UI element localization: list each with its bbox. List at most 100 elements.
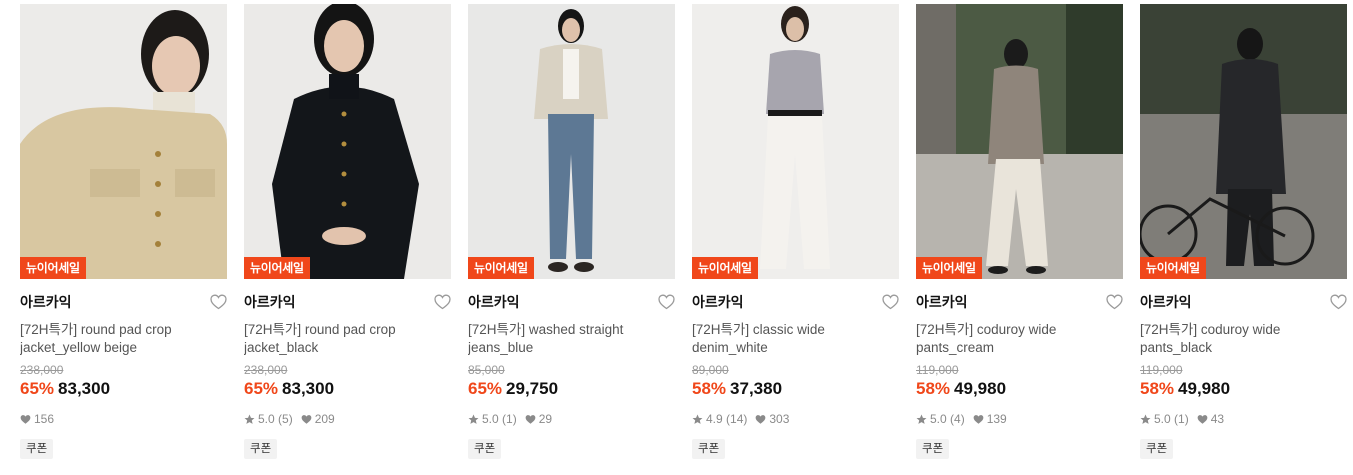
original-price: 89,000 [692,363,729,377]
product-image[interactable]: 뉴이어세일 [468,4,675,279]
rating-value: 5.0 [1154,412,1171,426]
review-count: (1) [502,412,517,426]
product-card[interactable]: 뉴이어세일 아르카익 [72H특가] coduroy wide pants_bl… [1140,4,1347,469]
product-stats: 5.0 (1) 43 [1140,411,1347,427]
rating-value: 4.9 [706,412,723,426]
product-photo-jacket-black [244,4,451,279]
coupon-tag: 쿠폰 [20,439,54,459]
sale-badge: 뉴이어세일 [1140,257,1206,279]
product-title[interactable]: [72H특가] washed straight jeans_blue [468,321,675,357]
review-count: (4) [950,412,965,426]
product-photo-jacket-yellow-beige [20,4,227,279]
sale-price: 49,980 [1178,379,1231,398]
star-icon [1140,414,1151,424]
coupon-tag: 쿠폰 [244,439,278,459]
heart-filled-icon [20,414,31,424]
coupon-tag: 쿠폰 [468,439,502,459]
sale-badge: 뉴이어세일 [692,257,758,279]
sale-badge: 뉴이어세일 [244,257,310,279]
like-count: 303 [769,412,790,426]
discount-rate: 65% [244,379,279,398]
product-image[interactable]: 뉴이어세일 [916,4,1123,279]
like-count: 156 [34,412,55,426]
original-price: 85,000 [468,363,505,377]
like-count: 139 [986,412,1007,426]
original-price: 238,000 [20,363,64,377]
heart-filled-icon [973,414,984,424]
product-image[interactable]: 뉴이어세일 [20,4,227,279]
sale-price: 83,300 [58,379,111,398]
heart-filled-icon [525,414,536,424]
product-card[interactable]: 뉴이어세일 아르카익 [72H특가] washed straight jeans… [468,4,675,469]
sale-badge: 뉴이어세일 [916,257,982,279]
product-stats: 5.0 (5) 209 [244,411,451,427]
discount-rate: 58% [916,379,951,398]
review-count: (1) [1174,412,1189,426]
heart-icon[interactable] [210,294,227,310]
product-card[interactable]: 뉴이어세일 아르카익 [72H특가] round pad crop jacket… [244,4,451,469]
rating-value: 5.0 [482,412,499,426]
brand-name[interactable]: 아르카익 [468,294,520,310]
product-title[interactable]: [72H특가] round pad crop jacket_black [244,321,451,357]
product-title[interactable]: [72H특가] coduroy wide pants_cream [916,321,1123,357]
star-icon [244,414,255,424]
product-photo-jeans-blue [468,4,675,279]
original-price: 119,000 [916,363,959,377]
discount-rate: 58% [1140,379,1175,398]
discount-rate: 65% [20,379,55,398]
heart-icon[interactable] [882,294,899,310]
product-grid: 뉴이어세일 아르카익 [72H특가] round pad crop jacket… [0,0,1353,475]
brand-name[interactable]: 아르카익 [916,294,968,310]
brand-name[interactable]: 아르카익 [1140,294,1192,310]
product-stats: 4.9 (14) 303 [692,411,899,427]
product-card[interactable]: 뉴이어세일 아르카익 [72H특가] classic wide denim_wh… [692,4,899,469]
brand-name[interactable]: 아르카익 [20,294,72,310]
sale-price: 29,750 [506,379,559,398]
heart-icon[interactable] [434,294,451,310]
original-price: 119,000 [1140,363,1183,377]
review-count: (14) [726,412,748,426]
product-card[interactable]: 뉴이어세일 아르카익 [72H특가] coduroy wide pants_cr… [916,4,1123,469]
sale-price: 37,380 [730,379,783,398]
rating-value: 5.0 [930,412,947,426]
original-price: 238,000 [244,363,288,377]
heart-filled-icon [1197,414,1208,424]
product-stats: 156 [20,411,227,427]
sale-badge: 뉴이어세일 [468,257,534,279]
product-image[interactable]: 뉴이어세일 [692,4,899,279]
product-image[interactable]: 뉴이어세일 [1140,4,1347,279]
product-card[interactable]: 뉴이어세일 아르카익 [72H특가] round pad crop jacket… [20,4,227,469]
like-count: 43 [1210,412,1225,426]
discount-rate: 65% [468,379,503,398]
star-icon [468,414,479,424]
heart-icon[interactable] [658,294,675,310]
heart-filled-icon [301,414,312,424]
heart-icon[interactable] [1106,294,1123,310]
product-title[interactable]: [72H특가] coduroy wide pants_black [1140,321,1347,357]
product-photo-pants-cream [916,4,1123,279]
rating-value: 5.0 [258,412,275,426]
review-count: (5) [278,412,293,426]
product-title[interactable]: [72H특가] classic wide denim_white [692,321,899,357]
sale-badge: 뉴이어세일 [20,257,86,279]
sale-price: 83,300 [282,379,335,398]
heart-icon[interactable] [1330,294,1347,310]
sale-price: 49,980 [954,379,1007,398]
coupon-tag: 쿠폰 [1140,439,1174,459]
product-photo-pants-black [1140,4,1347,279]
like-count: 29 [538,412,553,426]
heart-filled-icon [756,414,766,424]
coupon-tag: 쿠폰 [916,439,950,459]
coupon-tag: 쿠폰 [692,439,726,459]
discount-rate: 58% [692,379,727,398]
brand-name[interactable]: 아르카익 [692,294,744,310]
product-title[interactable]: [72H특가] round pad crop jacket_yellow bei… [20,321,227,357]
star-icon [916,414,927,424]
product-image[interactable]: 뉴이어세일 [244,4,451,279]
brand-name[interactable]: 아르카익 [244,294,296,310]
product-stats: 5.0 (4) 139 [916,411,1123,427]
product-photo-denim-white [692,4,899,279]
product-stats: 5.0 (1) 29 [468,411,675,427]
star-icon [692,414,703,424]
like-count: 209 [314,412,335,426]
